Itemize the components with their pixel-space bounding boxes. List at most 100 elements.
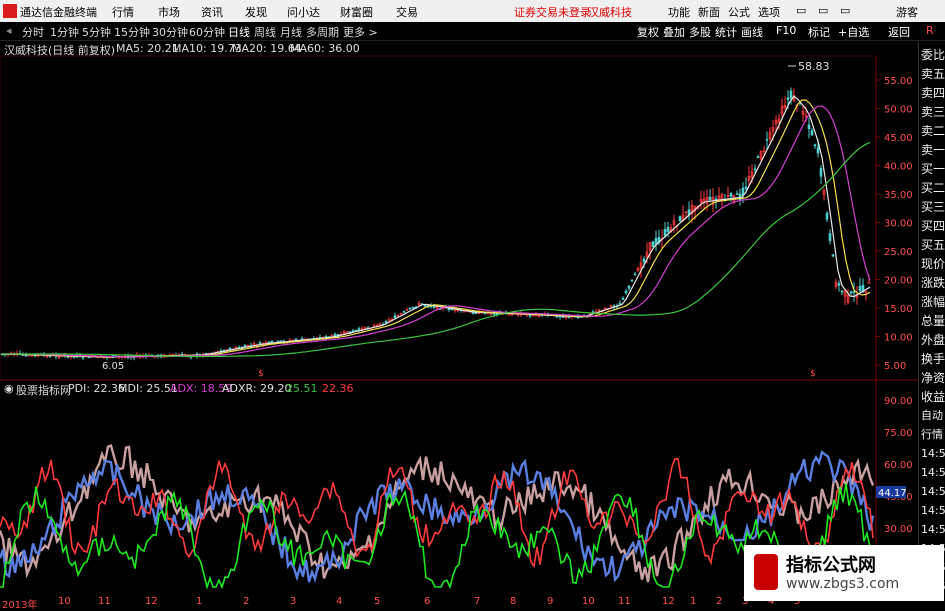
menu-item-market[interactable]: 市场 xyxy=(158,4,180,20)
restore-rights-button[interactable]: 复权 xyxy=(637,24,659,40)
high-marker-label: 58.83 xyxy=(798,60,830,73)
tab-multi-period[interactable]: 多周期 xyxy=(306,24,339,40)
back-button[interactable]: 返回 xyxy=(888,24,910,40)
account-label[interactable]: 游客 xyxy=(896,4,918,20)
candle-body xyxy=(228,347,232,350)
side-panel-item: 14:50 xyxy=(921,523,945,536)
side-panel-item: 外盘 xyxy=(921,333,945,347)
side-panel-item: 涨幅 xyxy=(921,295,945,309)
menu-item-options[interactable]: 选项 xyxy=(758,4,780,20)
draw-line-button[interactable]: 画线 xyxy=(741,24,763,40)
side-panel-item: 收益 xyxy=(921,390,945,404)
menu-item-ask[interactable]: 问小达 xyxy=(287,4,320,20)
tab-monthly[interactable]: 月线 xyxy=(280,24,302,40)
restore-icon[interactable]: ▭ xyxy=(818,4,828,17)
candle-body xyxy=(393,315,397,319)
side-panel-item: 买二 xyxy=(921,181,945,195)
login-status[interactable]: 证券交易未登录 xyxy=(514,4,591,20)
candle-body xyxy=(810,130,814,136)
tab-weekly[interactable]: 周线 xyxy=(254,24,276,40)
side-panel-item: 卖四 xyxy=(921,86,945,100)
candle-body xyxy=(825,212,829,220)
date-axis-label: 10 xyxy=(58,596,71,607)
candle-body xyxy=(474,312,478,315)
maximize-icon[interactable]: ▭ xyxy=(840,4,850,17)
menu-item-wealth[interactable]: 财富圈 xyxy=(340,4,373,20)
statistics-button[interactable]: 统计 xyxy=(715,24,737,40)
candle-body xyxy=(267,341,271,343)
overlay-button[interactable]: 叠加 xyxy=(663,24,685,40)
stock-name-label: 汉威科技 xyxy=(588,6,632,19)
indicator-y-tick-label: 90.00 xyxy=(884,396,913,407)
mark-button[interactable]: 标记 xyxy=(808,24,830,40)
menu-item-discover[interactable]: 发现 xyxy=(245,4,267,20)
tab-15min[interactable]: 15分钟 xyxy=(114,24,150,40)
candlestick-series xyxy=(0,87,871,361)
candle-body xyxy=(813,144,817,147)
candle-body xyxy=(423,304,427,307)
y-tick-label: 30.00 xyxy=(884,219,913,230)
app-name: 通达信金融终端 xyxy=(20,6,97,19)
menu-item-news[interactable]: 资讯 xyxy=(201,4,223,20)
main-chart-frame xyxy=(0,55,877,381)
indicator-y-ticks: 90.0075.0060.0045.0030.00 xyxy=(884,396,913,535)
date-axis-label: 2 xyxy=(243,596,250,607)
side-panel-item: 卖五 xyxy=(921,67,945,81)
minimize-icon[interactable]: ▭ xyxy=(796,4,806,17)
indicator-y-tick-label: 75.00 xyxy=(884,428,913,439)
menu-item-trade[interactable]: 交易 xyxy=(396,4,418,20)
candle-body xyxy=(708,196,712,200)
y-tick-label: 20.00 xyxy=(884,276,913,287)
side-panel-item: 委比 xyxy=(921,48,945,62)
date-axis-label: 1 xyxy=(196,596,203,607)
candle-body xyxy=(678,216,682,222)
indicator-title: 股票指标网 xyxy=(16,384,71,397)
chart-area[interactable]: 55.00 50.00 45.00 40.00 35.00 30.00 25.00 20.00… xyxy=(0,42,918,596)
y-axis-ticks: 55.00 50.00 45.00 40.00 35.00 30.00 25.00 20.00… xyxy=(876,76,913,372)
candle-body xyxy=(357,328,361,331)
tab-60min[interactable]: 60分钟 xyxy=(189,24,225,40)
candle-body xyxy=(276,340,280,343)
candle-body xyxy=(807,124,811,129)
side-panel-item: 卖二 xyxy=(921,124,945,138)
app-logo-icon xyxy=(3,4,17,18)
date-axis-label: 9 xyxy=(547,596,554,607)
date-axis-label: 4 xyxy=(336,596,343,607)
menu-item-new-page[interactable]: 新面 xyxy=(698,4,720,20)
r-indicator: R xyxy=(926,24,934,37)
add-watchlist-button[interactable]: +自选 xyxy=(838,24,869,40)
menu-item-quotes[interactable]: 行情 xyxy=(112,4,134,20)
candle-body xyxy=(729,193,733,197)
side-panel-item: 卖三 xyxy=(921,105,945,119)
candle-body xyxy=(819,167,823,177)
side-panel-item: 买一 xyxy=(921,162,945,176)
menu-item-formula[interactable]: 公式 xyxy=(728,4,750,20)
candle-body xyxy=(351,330,355,332)
mdi-label: MDI: 25.51 xyxy=(118,382,178,395)
f10-button[interactable]: F10 xyxy=(776,24,796,37)
multi-stock-button[interactable]: 多股 xyxy=(689,24,711,40)
tab-5min[interactable]: 5分钟 xyxy=(82,24,111,40)
side-panel-item: 现价 xyxy=(921,257,945,271)
ma20-line xyxy=(2,105,871,358)
ma60-line xyxy=(2,141,871,358)
period-toolbar: ◂ 分时 1分钟 5分钟 15分钟 30分钟 60分钟 日线 周线 月线 多周期… xyxy=(0,22,945,41)
candle-body xyxy=(756,156,760,159)
watermark-banner: 指标公式网 www.zbgs3.com xyxy=(744,545,944,601)
indicator-collapse-icon[interactable]: ◉ xyxy=(4,382,14,395)
candle-body xyxy=(630,279,634,282)
moving-average-lines xyxy=(1,95,871,358)
tab-30min[interactable]: 30分钟 xyxy=(152,24,188,40)
date-axis-label: 11 xyxy=(98,596,111,607)
adxr-label: ADXR: 29.20 xyxy=(222,382,292,395)
tab-1min[interactable]: 1分钟 xyxy=(50,24,79,40)
side-panel-item: 14:50 xyxy=(921,504,945,517)
date-axis-label: 10 xyxy=(582,596,595,607)
tab-daily[interactable]: 日线 xyxy=(228,24,250,40)
menu-item-function[interactable]: 功能 xyxy=(668,4,690,20)
tab-more[interactable]: 更多 > xyxy=(343,24,378,40)
candle-body xyxy=(621,297,625,300)
candle-body xyxy=(633,273,637,276)
tab-intraday[interactable]: 分时 xyxy=(22,24,44,40)
candle-body xyxy=(411,306,415,309)
